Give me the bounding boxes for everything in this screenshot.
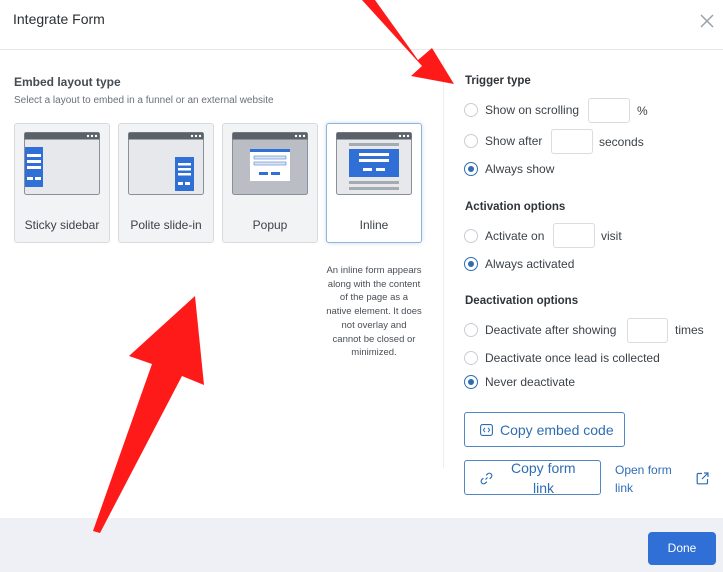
percent-unit: % bbox=[637, 104, 648, 118]
dialog-footer bbox=[0, 518, 723, 572]
layout-description: An inline form appears along with the co… bbox=[326, 265, 422, 359]
code-icon bbox=[480, 424, 493, 436]
times-unit: times bbox=[675, 323, 704, 337]
popup-thumbnail bbox=[232, 132, 308, 195]
dialog-title: Integrate Form bbox=[13, 11, 105, 27]
seconds-input[interactable] bbox=[551, 129, 593, 154]
times-count-input[interactable] bbox=[627, 318, 668, 343]
inline-thumbnail bbox=[336, 132, 412, 195]
external-link-icon[interactable] bbox=[696, 472, 709, 485]
radio-button[interactable] bbox=[464, 229, 478, 243]
layout-card-label: Sticky sidebar bbox=[24, 218, 100, 232]
visit-unit: visit bbox=[601, 229, 622, 243]
trigger-type-title: Trigger type bbox=[465, 75, 531, 87]
dialog-header: Integrate Form bbox=[0, 0, 723, 50]
radio-button[interactable] bbox=[464, 351, 478, 365]
activation-options-title: Activation options bbox=[465, 201, 566, 213]
option-label: Deactivate after showing bbox=[485, 323, 617, 337]
option-label: Deactivate once lead is collected bbox=[485, 351, 660, 365]
deactivation-options-title: Deactivation options bbox=[465, 295, 579, 307]
option-label: Always show bbox=[485, 162, 555, 176]
seconds-unit: seconds bbox=[599, 135, 644, 149]
radio-button-selected[interactable] bbox=[464, 257, 478, 271]
sticky-sidebar-thumbnail bbox=[24, 132, 100, 195]
option-label: Show after bbox=[485, 134, 543, 148]
column-divider bbox=[443, 60, 444, 468]
option-label: Always activated bbox=[485, 257, 575, 271]
radio-button[interactable] bbox=[464, 103, 478, 117]
layout-card-polite-slide-in[interactable]: Polite slide-in bbox=[118, 123, 214, 243]
copy-form-link-label-2: link bbox=[533, 480, 555, 496]
option-label: Never deactivate bbox=[485, 375, 576, 389]
embed-layout-title: Embed layout type bbox=[14, 75, 121, 89]
embed-layout-subtitle: Select a layout to embed in a funnel or … bbox=[14, 95, 274, 106]
copy-embed-code-button[interactable]: Copy embed code bbox=[464, 412, 625, 447]
open-form-link-label-2: link bbox=[615, 481, 634, 495]
copy-form-link-label-1: Copy form bbox=[511, 460, 576, 476]
open-form-link-label-1: Open form bbox=[615, 463, 672, 477]
radio-button[interactable] bbox=[464, 323, 478, 337]
radio-button-selected[interactable] bbox=[464, 162, 478, 176]
option-label: Show on scrolling bbox=[485, 103, 580, 117]
open-form-link[interactable]: Open form link bbox=[615, 461, 675, 497]
option-label: Activate on bbox=[485, 229, 545, 243]
layout-card-popup[interactable]: Popup bbox=[222, 123, 318, 243]
visit-count-input[interactable] bbox=[553, 223, 595, 248]
done-button[interactable]: Done bbox=[648, 532, 716, 565]
scroll-percent-input[interactable] bbox=[588, 98, 630, 123]
layout-card-label: Inline bbox=[359, 218, 389, 232]
layout-card-sticky-sidebar[interactable]: Sticky sidebar bbox=[14, 123, 110, 243]
layout-card-label: Popup bbox=[252, 218, 288, 232]
close-icon[interactable] bbox=[697, 11, 717, 31]
radio-button[interactable] bbox=[464, 134, 478, 148]
link-icon bbox=[480, 472, 493, 485]
layout-card-inline[interactable]: Inline bbox=[326, 123, 422, 243]
red-arrow-bottom bbox=[93, 296, 204, 533]
polite-slide-in-thumbnail bbox=[128, 132, 204, 195]
layout-card-label: Polite slide-in bbox=[130, 218, 202, 232]
radio-button-selected[interactable] bbox=[464, 375, 478, 389]
copy-form-link-button[interactable]: Copy form link bbox=[464, 460, 601, 496]
copy-embed-code-label: Copy embed code bbox=[500, 422, 614, 438]
